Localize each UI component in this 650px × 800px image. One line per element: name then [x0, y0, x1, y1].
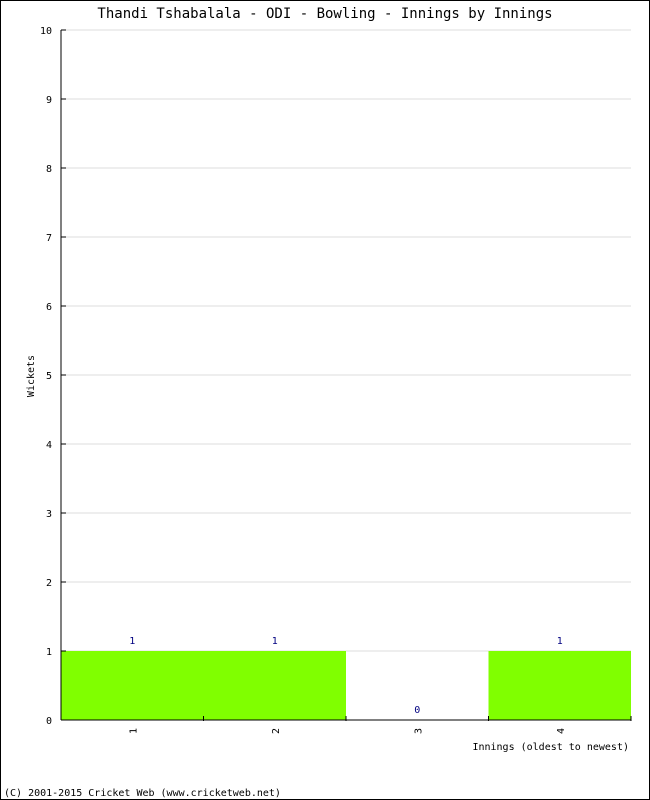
data-label: 1 [272, 636, 278, 647]
y-tick-label: 1 [46, 647, 52, 658]
y-axis-label: Wickets [26, 355, 37, 397]
copyright-footer: (C) 2001-2015 Cricket Web (www.cricketwe… [4, 788, 281, 799]
x-axis-label: Innings (oldest to newest) [472, 742, 629, 753]
x-tick-labels: 1 2 3 4 [128, 728, 567, 734]
x-tick-label: 4 [556, 728, 567, 734]
x-tick-label: 1 [128, 728, 139, 734]
y-tick-labels: 0 1 2 3 4 5 6 7 8 9 10 [40, 26, 52, 727]
y-tick-label: 7 [46, 233, 52, 244]
y-tick-label: 9 [46, 95, 52, 106]
y-tick-label: 5 [46, 371, 52, 382]
y-tick-label: 6 [46, 302, 52, 313]
bar [203, 651, 346, 720]
x-tick-label: 2 [271, 728, 282, 734]
grid-lines [61, 29, 631, 652]
data-label: 1 [557, 636, 563, 647]
chart: Thandi Tshabalala - ODI - Bowling - Inni… [4, 6, 632, 799]
y-tick-label: 8 [46, 164, 52, 175]
y-tick-label: 3 [46, 509, 52, 520]
x-tick-label: 3 [413, 728, 424, 734]
bars [61, 651, 631, 720]
y-tick-label: 4 [46, 440, 52, 451]
bar [488, 651, 631, 720]
data-label: 1 [129, 636, 135, 647]
data-label: 0 [414, 705, 420, 716]
y-tick-label: 10 [40, 26, 52, 37]
bar [61, 651, 204, 720]
y-tick-label: 0 [46, 716, 52, 727]
chart-title: Thandi Tshabalala - ODI - Bowling - Inni… [97, 6, 552, 22]
y-tick-label: 2 [46, 578, 52, 589]
